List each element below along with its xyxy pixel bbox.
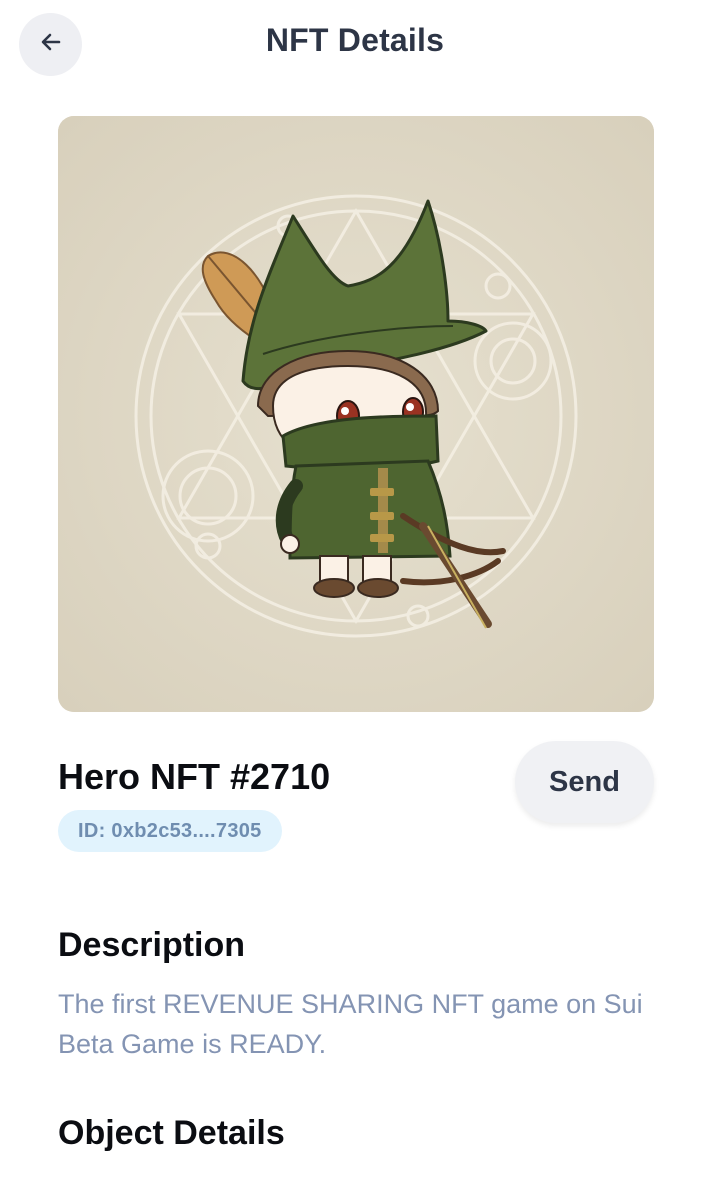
send-button[interactable]: Send: [515, 741, 654, 823]
page-title: NFT Details: [265, 22, 445, 58]
object-id-badge[interactable]: ID: 0xb2c53....7305: [58, 810, 282, 852]
object-details-heading: Object Details: [58, 1114, 285, 1152]
description-text: The first REVENUE SHARING NFT game on Su…: [58, 989, 643, 1059]
description-heading: Description: [58, 926, 246, 964]
nft-name: Hero NFT #2710: [58, 756, 331, 797]
nft-image: [58, 116, 654, 712]
